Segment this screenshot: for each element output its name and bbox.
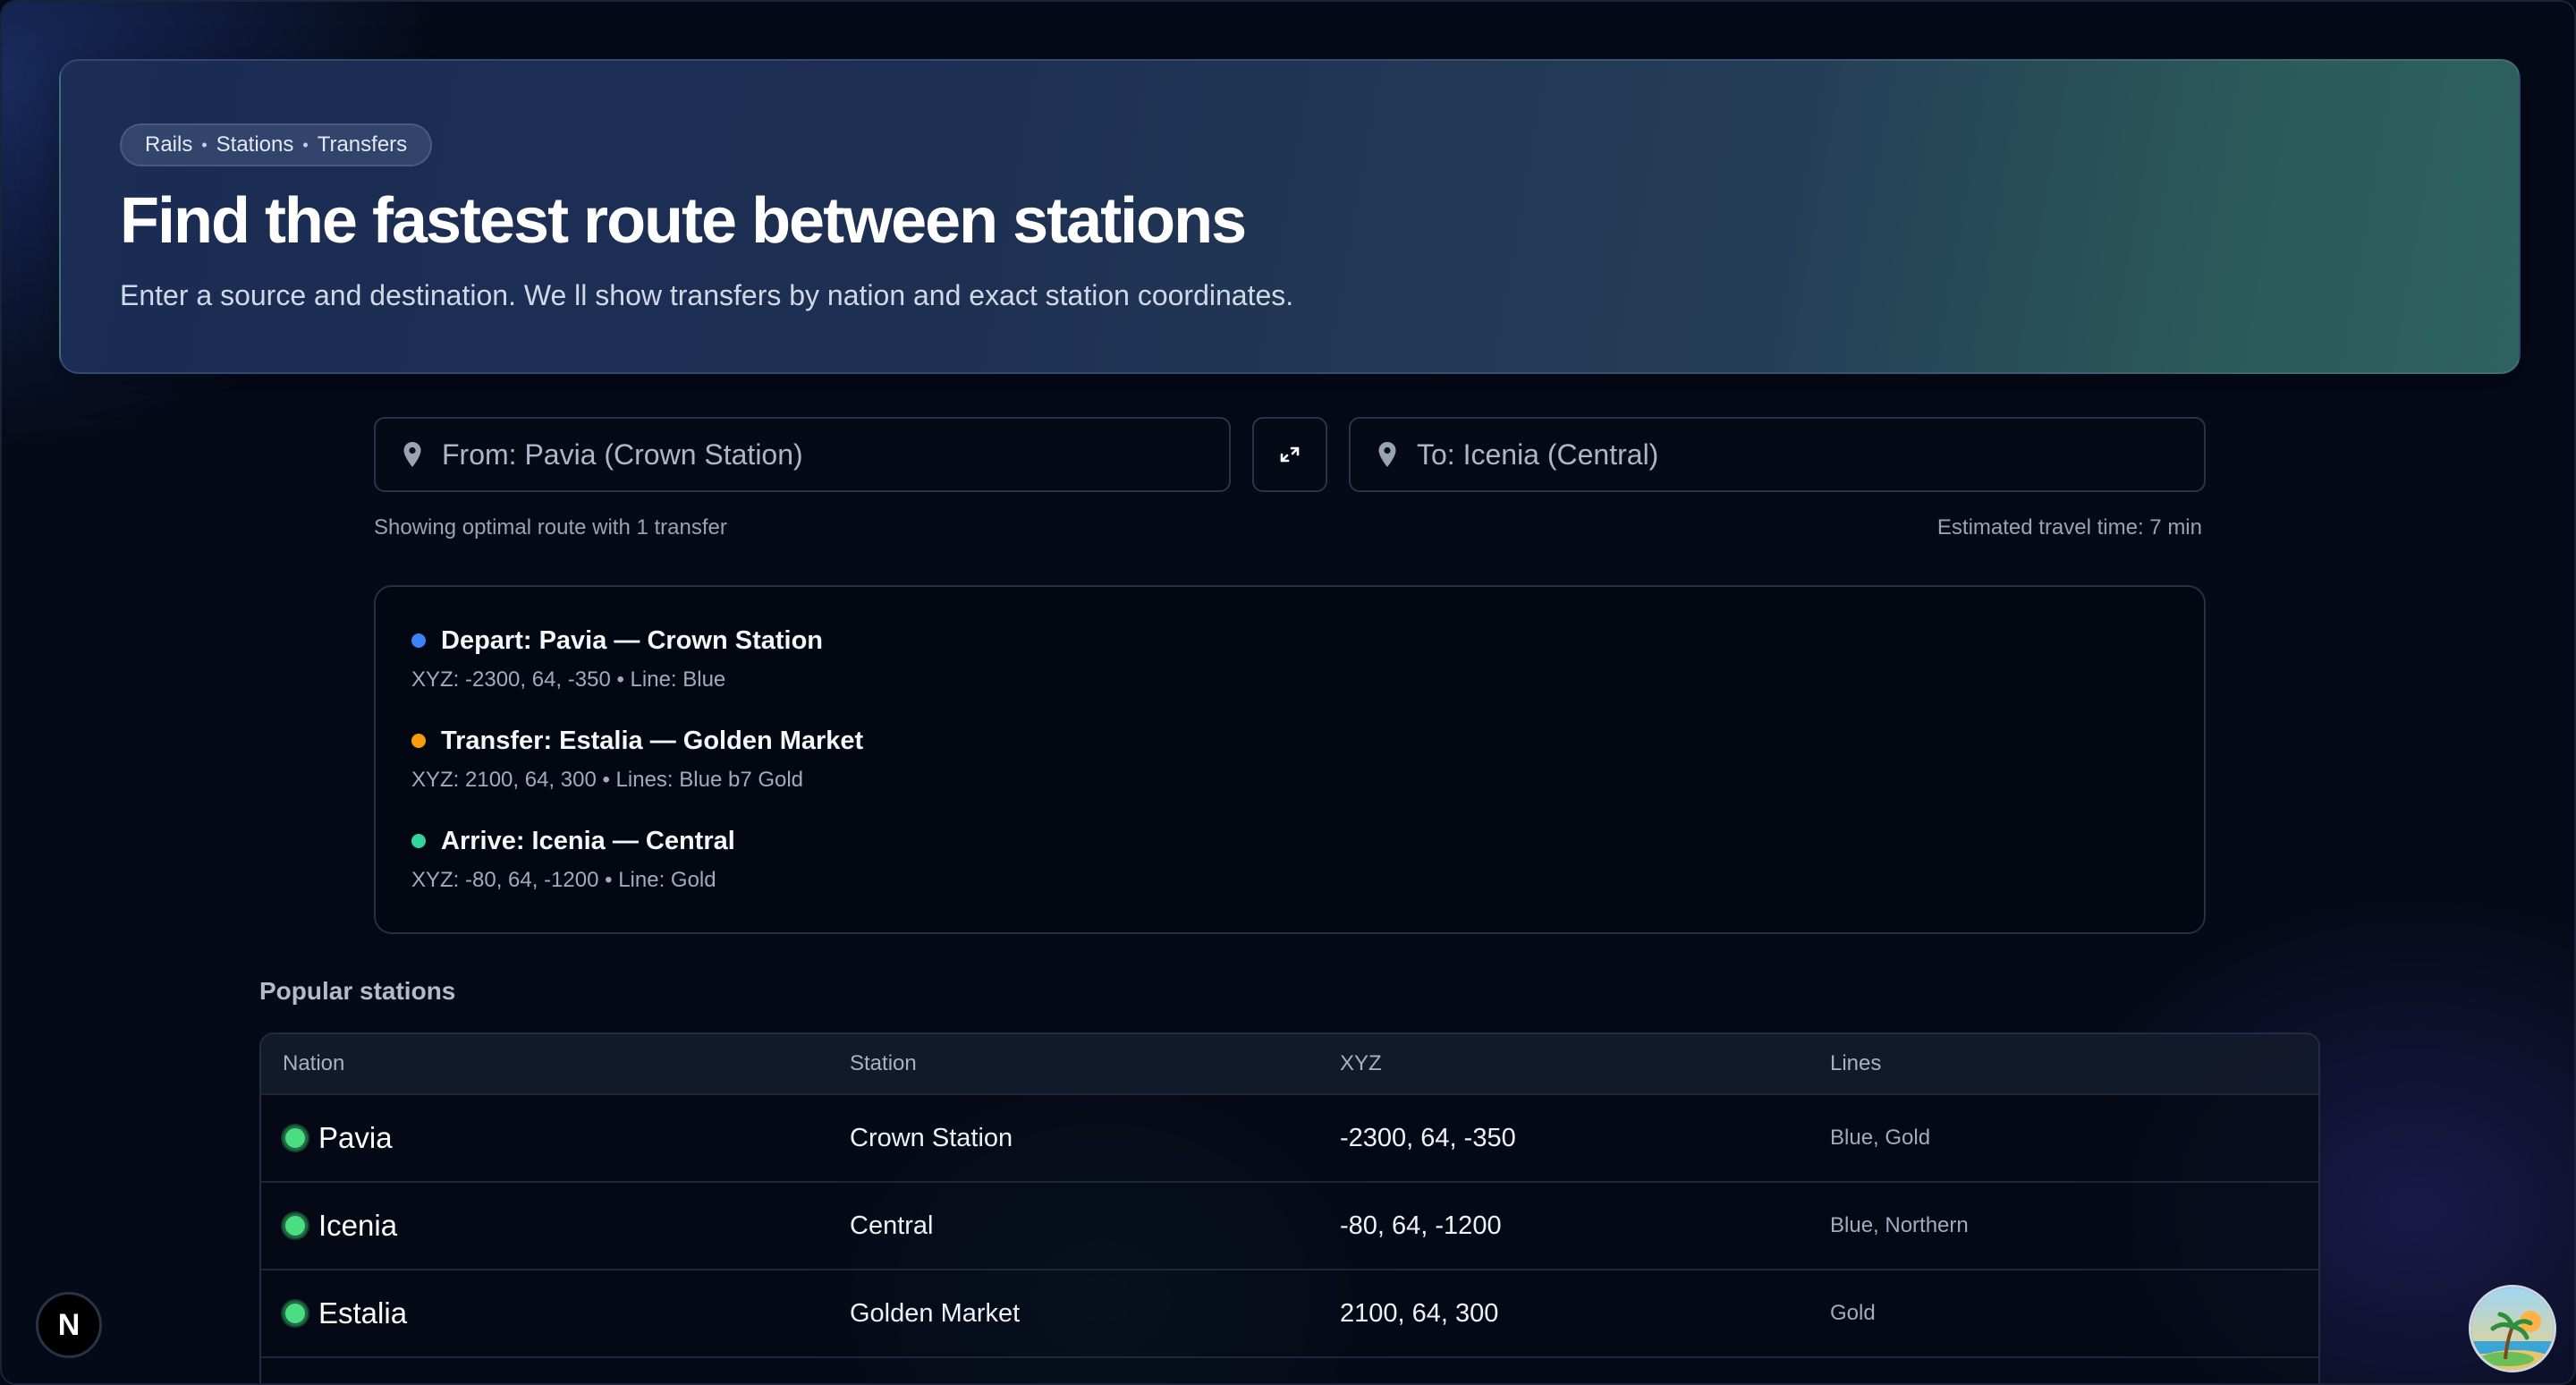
stations-table: Nation Station XYZ Lines Pavia Crown Sta… bbox=[259, 1032, 2320, 1383]
station-xyz: 2100, 64, 300 bbox=[1340, 1298, 1499, 1328]
breadcrumb-separator: • bbox=[302, 135, 309, 154]
station-name: Central bbox=[850, 1211, 934, 1240]
section-title: Popular stations bbox=[259, 977, 456, 1005]
app-page: Rails • Stations • Transfers Find the fa… bbox=[0, 0, 2576, 1385]
breadcrumb-separator: • bbox=[201, 135, 208, 154]
column-header-station[interactable]: Station bbox=[850, 1051, 1340, 1076]
route-summary: Showing optimal route with 1 transfer bbox=[374, 515, 727, 540]
stop-detail: XYZ: 2100, 64, 300 • Lines: Blue b7 Gold bbox=[411, 768, 804, 792]
station-name: Golden Market bbox=[850, 1298, 1021, 1328]
stop-title: Transfer: Estalia — Golden Market bbox=[441, 726, 864, 755]
to-input[interactable] bbox=[1417, 438, 2186, 472]
stop-detail: XYZ: -2300, 64, -350 • Line: Blue bbox=[411, 667, 726, 692]
route-stop-transfer: Transfer: Estalia — Golden Market XYZ: 2… bbox=[411, 725, 863, 793]
breadcrumb-item-rails[interactable]: Rails bbox=[145, 132, 192, 157]
breadcrumb: Rails • Stations • Transfers bbox=[120, 123, 433, 166]
status-dot-icon bbox=[283, 1301, 308, 1326]
breadcrumb-item-transfers[interactable]: Transfers bbox=[318, 132, 407, 157]
table-row[interactable] bbox=[261, 1356, 2318, 1383]
column-header-xyz[interactable]: XYZ bbox=[1340, 1051, 1830, 1076]
route-card: Depart: Pavia — Crown Station XYZ: -2300… bbox=[374, 585, 2206, 934]
dev-tools-badge[interactable]: N bbox=[36, 1292, 102, 1358]
to-field[interactable] bbox=[1349, 417, 2206, 492]
map-pin-icon bbox=[1378, 442, 1396, 467]
column-header-nation[interactable]: Nation bbox=[261, 1051, 850, 1076]
amber-dot-icon bbox=[411, 734, 426, 748]
station-xyz: -2300, 64, -350 bbox=[1340, 1123, 1516, 1152]
table-row[interactable]: Pavia Crown Station -2300, 64, -350 Blue… bbox=[261, 1093, 2318, 1181]
from-input[interactable] bbox=[442, 438, 1211, 472]
station-xyz: -80, 64, -1200 bbox=[1340, 1211, 1502, 1240]
page-title: Find the fastest route between stations bbox=[120, 185, 1247, 257]
nation-name: Pavia bbox=[318, 1121, 393, 1154]
table-row[interactable]: Estalia Golden Market 2100, 64, 300 Gold bbox=[261, 1269, 2318, 1356]
swap-arrows-icon bbox=[1280, 446, 1300, 463]
route-stop-arrive: Arrive: Icenia — Central XYZ: -80, 64, -… bbox=[411, 825, 735, 893]
blue-dot-icon bbox=[411, 633, 426, 648]
status-dot-icon bbox=[283, 1213, 308, 1238]
swap-button[interactable] bbox=[1252, 417, 1327, 492]
stop-detail: XYZ: -80, 64, -1200 • Line: Gold bbox=[411, 868, 716, 892]
status-dot-icon bbox=[283, 1126, 308, 1151]
beach-avatar-icon[interactable] bbox=[2469, 1285, 2556, 1372]
nation-name: Icenia bbox=[318, 1209, 398, 1242]
station-name: Crown Station bbox=[850, 1123, 1013, 1152]
map-pin-icon bbox=[403, 442, 421, 467]
page-subtitle: Enter a source and destination. We ll sh… bbox=[120, 279, 1294, 311]
hero-banner: Rails • Stations • Transfers Find the fa… bbox=[59, 59, 2521, 374]
station-lines: Gold bbox=[1830, 1301, 1876, 1325]
from-field[interactable] bbox=[374, 417, 1231, 492]
stop-title: Depart: Pavia — Crown Station bbox=[441, 625, 824, 655]
nation-name: Estalia bbox=[318, 1296, 408, 1330]
stop-title: Arrive: Icenia — Central bbox=[441, 826, 735, 855]
station-lines: Blue, Gold bbox=[1830, 1126, 1931, 1150]
breadcrumb-item-stations[interactable]: Stations bbox=[216, 132, 294, 157]
column-header-lines[interactable]: Lines bbox=[1830, 1051, 2318, 1076]
route-stop-depart: Depart: Pavia — Crown Station XYZ: -2300… bbox=[411, 625, 823, 692]
station-lines: Blue, Northern bbox=[1830, 1213, 1969, 1237]
table-header: Nation Station XYZ Lines bbox=[261, 1034, 2318, 1093]
table-row[interactable]: Icenia Central -80, 64, -1200 Blue, Nort… bbox=[261, 1181, 2318, 1269]
travel-time-estimate: Estimated travel time: 7 min bbox=[1936, 515, 2202, 540]
green-dot-icon bbox=[411, 834, 426, 848]
